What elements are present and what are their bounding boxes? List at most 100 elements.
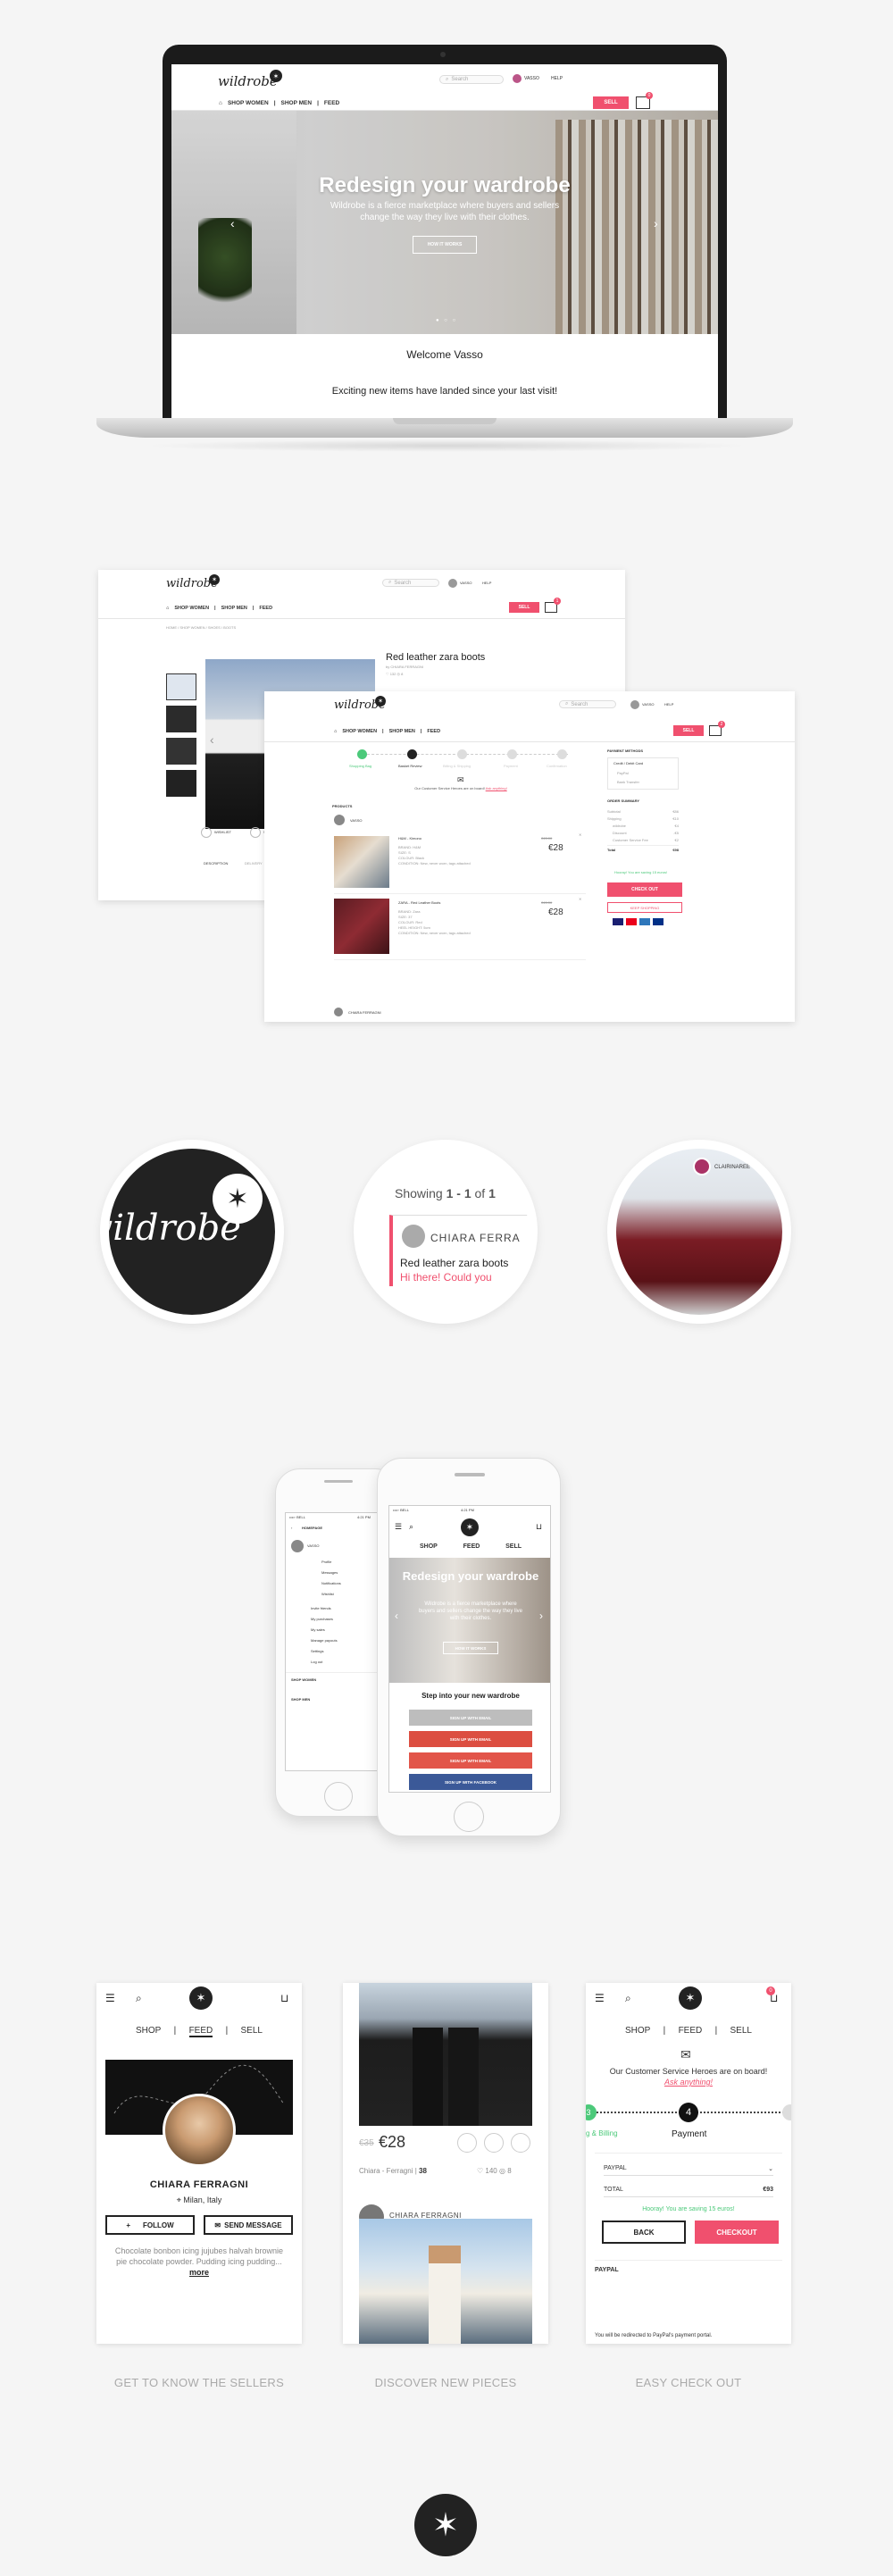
heart-icon[interactable] [457,2133,477,2153]
heart-icon[interactable] [201,827,212,838]
send-message-button[interactable]: ✉ SEND MESSAGE [204,2215,293,2235]
signup-email-button[interactable]: SIGN UP WITH EMAIL [409,1710,532,1726]
nav-shop-men[interactable]: SHOP MEN [281,100,313,106]
menu-logout[interactable]: Log out [311,1660,322,1664]
checkout-button[interactable]: CHECKOUT [695,2221,779,2244]
nav-feed[interactable]: FEED [259,606,272,611]
hamburger-icon[interactable]: ☰ [595,1992,605,2004]
signup-facebook-button[interactable]: SIGN UP WITH FACEBOOK [409,1774,532,1790]
home-icon[interactable]: ⌂ [219,100,222,106]
follow-button[interactable]: + FOLLOW [105,2215,195,2235]
dragonfly-icon[interactable]: ✶ [679,1986,702,2010]
user-menu[interactable]: VASSO [460,581,472,585]
menu-shop-women[interactable]: SHOP WOMEN [291,1677,316,1682]
nav-shop-women[interactable]: SHOP WOMEN [342,729,377,734]
basket-icon[interactable]: ⊔ [536,1522,542,1532]
back-icon[interactable]: ‹ [291,1526,292,1530]
tab-shop[interactable]: SHOP [625,2026,650,2036]
message-preview[interactable]: CHIARA FERRA Red leather zara boots Hi t… [389,1215,529,1286]
profile-avatar[interactable] [163,2094,236,2167]
thumbnail[interactable] [166,770,196,797]
step-label[interactable]: Shopping Bag [349,764,371,768]
search-icon[interactable]: ⌕ [409,1522,413,1532]
tab-shop[interactable]: SHOP [136,2026,161,2037]
tab-description[interactable]: DESCRIPTION [204,861,228,866]
back-button[interactable]: BACK [602,2221,686,2244]
menu-notifications[interactable]: Notifications [321,1581,341,1585]
home-icon[interactable]: ⌂ [166,606,169,611]
feed-image-2[interactable] [359,2219,532,2344]
search-icon[interactable]: ⌕ [625,1992,631,2005]
nav-shop-men[interactable]: SHOP MEN [221,606,247,611]
chevron-left-icon[interactable]: ‹ [395,1610,398,1622]
chevron-right-icon[interactable]: › [654,216,658,230]
tab-sell[interactable]: SELL [505,1543,522,1550]
help-menu[interactable]: HELP [664,702,673,707]
menu-purchases[interactable]: My purchases [311,1617,333,1621]
user-menu[interactable]: VASSO [642,702,655,707]
chevron-right-icon[interactable]: › [539,1610,543,1622]
site-logo[interactable]: wildrobe [218,73,278,89]
checkout-button[interactable]: CHECK OUT [607,882,682,897]
carousel-dots[interactable]: ● ○ ○ [436,318,457,323]
chevron-left-icon[interactable]: ‹ [210,732,214,747]
chevron-left-icon[interactable]: ‹ [230,216,235,230]
thumbnail[interactable] [166,706,196,732]
signup-google-button[interactable]: SIGN UP WITH EMAIL [409,1731,532,1747]
hamburger-icon[interactable]: ☰ [395,1522,402,1532]
pay-option-card[interactable]: Credit / Debit Card [613,761,643,765]
tab-feed[interactable]: FEED [463,1543,480,1550]
ask-anything-link[interactable]: Ask anything! [486,786,507,790]
how-it-works-button[interactable]: HOW IT WORKS [443,1642,498,1654]
nav-shop-women[interactable]: SHOP WOMEN [174,606,209,611]
total-row[interactable]: TOTAL €93 [604,2183,773,2197]
product-image[interactable] [334,836,389,888]
home-button[interactable] [454,1802,484,1832]
nav-feed[interactable]: FEED [324,100,339,106]
menu-shop-men[interactable]: SHOP MEN [291,1697,310,1702]
tab-feed[interactable]: FEED [679,2026,703,2036]
menu-payouts[interactable]: Manage payouts [311,1638,338,1643]
how-it-works-button[interactable]: HOW IT WORKS [413,236,477,254]
sell-button[interactable]: SELL [593,96,629,109]
wishlist-button[interactable]: WISHLIST [214,830,231,834]
pay-option-bank[interactable]: Bank Transfer [617,780,639,784]
menu-invite[interactable]: Invite friends [311,1606,331,1610]
nav-shop-men[interactable]: SHOP MEN [389,729,415,734]
item-name[interactable]: H&M - Kimono [398,836,421,841]
basket-icon[interactable]: ⊔ [280,1992,288,2004]
tab-shop[interactable]: SHOP [420,1543,438,1550]
home-icon[interactable]: ⌂ [334,729,337,734]
avatar[interactable] [630,700,639,709]
avatar[interactable] [448,579,457,588]
feed-seller[interactable]: Chiara - Ferragni [359,2167,413,2175]
sell-button[interactable]: SELL [509,602,539,613]
help-menu[interactable]: HELP [551,76,563,81]
tab-sell[interactable]: SELL [730,2026,751,2036]
nav-feed[interactable]: FEED [427,729,440,734]
item-name[interactable]: ZARA - Red Leather Boots [398,900,440,905]
thumbnail[interactable] [166,673,196,700]
close-icon[interactable]: ✕ [579,897,581,901]
tab-delivery[interactable]: DELIVERY [245,861,263,866]
search-input[interactable]: ⌕ Search [559,700,616,708]
home-button[interactable] [324,1782,353,1811]
seller-name[interactable]: VASSO [350,818,363,823]
tab-feed[interactable]: FEED [188,2026,213,2037]
step-label[interactable]: Basket Review [398,764,421,768]
sell-button[interactable]: SELL [673,725,704,736]
search-input[interactable]: ⌕ Search [382,579,439,587]
pay-option-paypal[interactable]: PayPal [617,771,629,775]
seller-name[interactable]: CHIARA FERRAGNI [348,1010,381,1015]
product-image[interactable] [334,899,389,954]
hamburger-icon[interactable]: ☰ [105,1992,115,2004]
more-link[interactable]: more [189,2268,209,2277]
search-icon[interactable]: ⌕ [136,1992,142,2005]
search-input[interactable]: ⌕ Search [439,75,504,84]
nav-shop-women[interactable]: SHOP WOMEN [228,100,269,106]
product-seller[interactable]: by CHIARA FERRAGNI [386,665,423,669]
share-icon[interactable] [511,2133,530,2153]
signup-google-button-2[interactable]: SIGN UP WITH EMAIL [409,1752,532,1769]
menu-settings[interactable]: Settings [311,1649,323,1653]
share-icon[interactable] [250,827,261,838]
